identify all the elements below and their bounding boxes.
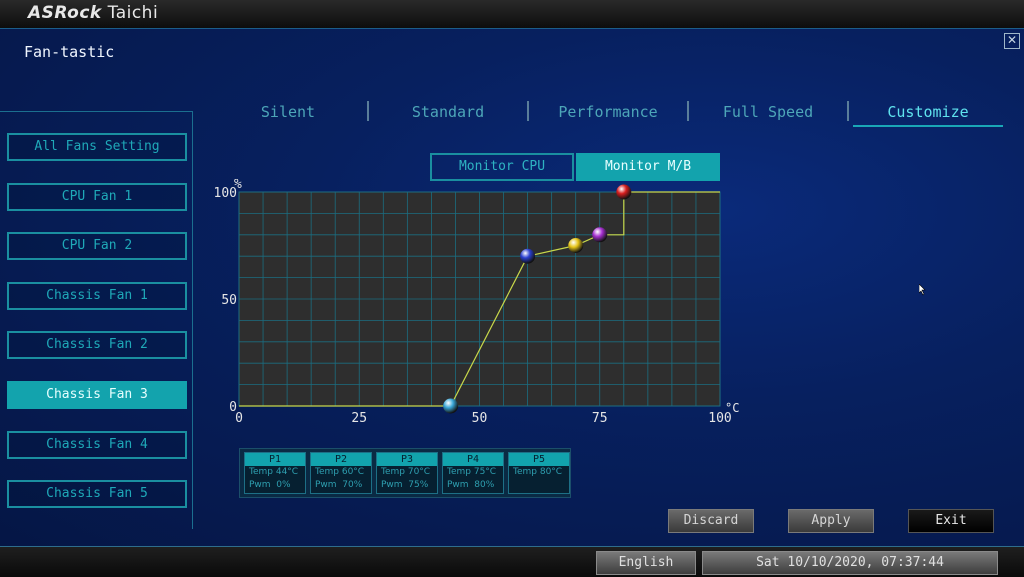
tab-silent[interactable]: Silent <box>238 99 338 125</box>
sidebar-divider <box>0 111 192 112</box>
tab-separator <box>527 101 529 121</box>
point-label: P2 <box>311 453 371 466</box>
sidebar-item-chassis-fan-2[interactable]: Chassis Fan 2 <box>7 331 187 359</box>
curve-point-p3[interactable] <box>568 238 584 253</box>
y-tick-label: 50 <box>221 293 237 308</box>
y-tick-label: 0 <box>229 400 237 415</box>
language-button[interactable]: English <box>596 551 696 575</box>
point-card-p3[interactable]: P3 Temp 70°C Pwm 75% <box>376 452 438 494</box>
curve-point-p5[interactable] <box>616 184 632 200</box>
point-card-p1[interactable]: P1 Temp 44°C Pwm 0% <box>244 452 306 494</box>
sidebar-item-cpu-fan-2[interactable]: CPU Fan 2 <box>7 232 187 260</box>
point-label: P1 <box>245 453 305 466</box>
point-label: P3 <box>377 453 437 466</box>
x-tick-label: 25 <box>351 411 367 426</box>
fan-curve-chart[interactable]: 0 25 50 75 100100500 % °C <box>200 179 760 429</box>
brand-logo: ASRock Taichi <box>28 3 159 23</box>
x-tick-label: 50 <box>472 411 488 426</box>
fan-tastic-panel: Fan-tastic ✕ Silent Standard Performance… <box>0 28 1024 547</box>
point-pwm: Pwm 80% <box>447 480 495 490</box>
tab-separator <box>367 101 369 121</box>
monitor-cpu-button[interactable]: Monitor CPU <box>430 153 574 181</box>
point-temp: Temp 75°C <box>447 467 497 477</box>
x-tick-label: 75 <box>592 411 608 426</box>
status-bar: English Sat 10/10/2020, 07:37:44 <box>0 546 1024 577</box>
tab-performance[interactable]: Performance <box>553 99 663 125</box>
tab-separator <box>847 101 849 121</box>
point-card-p5[interactable]: P5 Temp 80°C <box>508 452 570 494</box>
apply-button[interactable]: Apply <box>788 509 874 533</box>
sidebar-item-chassis-fan-1[interactable]: Chassis Fan 1 <box>7 282 187 310</box>
sidebar-item-chassis-fan-5[interactable]: Chassis Fan 5 <box>7 480 187 508</box>
tab-customize[interactable]: Customize <box>853 99 1003 127</box>
curve-point-p4[interactable] <box>592 227 608 243</box>
tab-full-speed[interactable]: Full Speed <box>713 99 823 125</box>
x-axis-unit: °C <box>725 401 739 415</box>
top-bar: ASRock Taichi <box>0 0 1024 29</box>
sidebar-item-chassis-fan-3[interactable]: Chassis Fan 3 <box>7 381 187 409</box>
discard-button[interactable]: Discard <box>668 509 754 533</box>
sidebar-item-chassis-fan-4[interactable]: Chassis Fan 4 <box>7 431 187 459</box>
sidebar-item-all-fans[interactable]: All Fans Setting <box>7 133 187 161</box>
point-temp: Temp 80°C <box>513 467 563 477</box>
point-label: P4 <box>443 453 503 466</box>
point-temp: Temp 60°C <box>315 467 365 477</box>
chart-grid <box>239 192 720 406</box>
sidebar-divider <box>192 111 193 529</box>
point-pwm: Pwm 0% <box>249 480 291 490</box>
tab-standard[interactable]: Standard <box>398 99 498 125</box>
point-table: P1 Temp 44°C Pwm 0% P2 Temp 60°C Pwm 70%… <box>239 448 571 498</box>
mouse-cursor-icon <box>919 284 926 296</box>
point-card-p4[interactable]: P4 Temp 75°C Pwm 80% <box>442 452 504 494</box>
point-label: P5 <box>509 453 569 466</box>
curve-point-p2[interactable] <box>520 248 536 264</box>
close-icon[interactable]: ✕ <box>1004 33 1020 49</box>
point-temp: Temp 44°C <box>249 467 299 477</box>
exit-button[interactable]: Exit <box>908 509 994 533</box>
page-title: Fan-tastic <box>24 43 115 61</box>
point-temp: Temp 70°C <box>381 467 431 477</box>
tab-separator <box>687 101 689 121</box>
y-axis-unit: % <box>234 179 242 192</box>
point-card-p2[interactable]: P2 Temp 60°C Pwm 70% <box>310 452 372 494</box>
monitor-mb-button[interactable]: Monitor M/B <box>576 153 720 181</box>
sidebar-item-cpu-fan-1[interactable]: CPU Fan 1 <box>7 183 187 211</box>
datetime-display: Sat 10/10/2020, 07:37:44 <box>702 551 998 575</box>
point-pwm: Pwm 75% <box>381 480 429 490</box>
point-pwm: Pwm 70% <box>315 480 363 490</box>
curve-point-p1[interactable] <box>443 398 459 414</box>
